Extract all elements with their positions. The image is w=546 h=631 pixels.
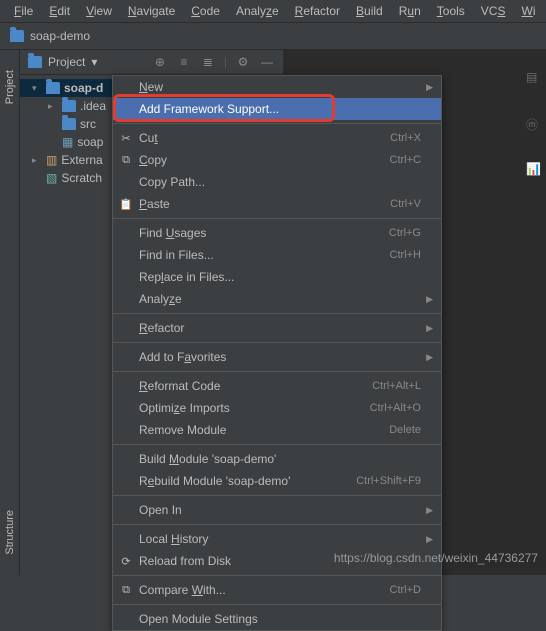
module-icon: ▦	[62, 135, 73, 149]
menu-open-module-settings[interactable]: Open Module Settings	[113, 608, 441, 630]
separator	[113, 313, 441, 314]
separator	[113, 495, 441, 496]
menu-vcs[interactable]: VCS	[473, 2, 514, 20]
separator	[113, 218, 441, 219]
panel-header: Project ▾ ⊕ ≡ ≣ | ⚙ —	[20, 50, 283, 75]
chevron-right-icon: ▶	[426, 294, 433, 305]
scissors-icon: ✂	[119, 131, 133, 145]
menu-open-in[interactable]: Open In▶	[113, 499, 441, 521]
menubar: File Edit View Navigate Code Analyze Ref…	[0, 0, 546, 23]
library-icon: ▥	[46, 153, 57, 167]
menu-code[interactable]: Code	[183, 2, 228, 20]
hide-icon[interactable]: —	[259, 54, 275, 70]
menu-analyze[interactable]: Analyze	[228, 2, 287, 20]
menu-tools[interactable]: Tools	[429, 2, 473, 20]
menu-refactor[interactable]: Refactor▶	[113, 317, 441, 339]
menu-window[interactable]: Wi	[513, 2, 543, 20]
menu-new[interactable]: New▶	[113, 76, 441, 98]
separator	[113, 342, 441, 343]
chevron-right-icon: ▶	[426, 534, 433, 545]
menu-replace-in-files[interactable]: Replace in Files...	[113, 266, 441, 288]
expand-all-icon[interactable]: ≡	[176, 54, 192, 70]
copy-icon: ⧉	[119, 153, 133, 167]
chart-icon[interactable]: 📊	[526, 162, 542, 178]
paste-icon: 📋	[119, 197, 133, 211]
separator	[113, 123, 441, 124]
menu-add-framework[interactable]: Add Framework Support...	[113, 98, 441, 120]
chevron-right-icon: ▶	[426, 352, 433, 363]
menu-run[interactable]: Run	[391, 2, 429, 20]
folder-icon	[46, 82, 60, 94]
menu-view[interactable]: View	[78, 2, 120, 20]
menu-paste[interactable]: 📋PasteCtrl+V	[113, 193, 441, 215]
chevron-right-icon: ▶	[426, 505, 433, 516]
panel-dropdown[interactable]: ▾	[91, 55, 97, 69]
folder-icon	[62, 100, 76, 112]
menu-local-history[interactable]: Local History▶	[113, 528, 441, 550]
menu-edit[interactable]: Edit	[41, 2, 78, 20]
panel-title[interactable]: Project	[48, 55, 85, 69]
database-icon[interactable]: ▤	[526, 70, 542, 86]
menu-reformat[interactable]: Reformat CodeCtrl+Alt+L	[113, 375, 441, 397]
menu-cut[interactable]: ✂CutCtrl+X	[113, 127, 441, 149]
compare-icon: ⧉	[119, 583, 133, 597]
menu-build-module[interactable]: Build Module 'soap-demo'	[113, 448, 441, 470]
menu-build[interactable]: Build	[348, 2, 391, 20]
menu-find-in-files[interactable]: Find in Files...Ctrl+H	[113, 244, 441, 266]
separator	[113, 524, 441, 525]
menu-copy[interactable]: ⧉CopyCtrl+C	[113, 149, 441, 171]
separator	[113, 575, 441, 576]
menu-optimize[interactable]: Optimize ImportsCtrl+Alt+O	[113, 397, 441, 419]
maven-icon[interactable]: ⓜ	[526, 116, 542, 132]
menu-refactor[interactable]: Refactor	[287, 2, 348, 20]
reload-icon: ⟳	[119, 554, 133, 568]
scratch-icon: ▧	[46, 171, 57, 185]
menu-compare[interactable]: ⧉Compare With...Ctrl+D	[113, 579, 441, 601]
separator	[113, 444, 441, 445]
chevron-right-icon: ▶	[426, 323, 433, 334]
breadcrumb: soap-demo	[0, 23, 546, 50]
menu-copy-path[interactable]: Copy Path...	[113, 171, 441, 193]
breadcrumb-project[interactable]: soap-demo	[30, 29, 90, 43]
chevron-right-icon: ▶	[426, 82, 433, 93]
menu-navigate[interactable]: Navigate	[120, 2, 183, 20]
folder-icon	[10, 30, 24, 42]
menu-rebuild-module[interactable]: Rebuild Module 'soap-demo'Ctrl+Shift+F9	[113, 470, 441, 492]
locate-icon[interactable]: ⊕	[152, 54, 168, 70]
sidebar-project-tab[interactable]: Project	[4, 70, 16, 104]
menu-add-favorites[interactable]: Add to Favorites▶	[113, 346, 441, 368]
folder-icon	[62, 118, 76, 130]
watermark: https://blog.csdn.net/weixin_44736277	[334, 551, 538, 565]
gear-icon[interactable]: ⚙	[235, 54, 251, 70]
sidebar-structure-tab[interactable]: Structure	[4, 510, 16, 555]
context-menu: New▶ Add Framework Support... ✂CutCtrl+X…	[112, 75, 442, 631]
menu-file[interactable]: File	[6, 2, 41, 20]
separator	[113, 604, 441, 605]
menu-remove-module[interactable]: Remove ModuleDelete	[113, 419, 441, 441]
collapse-all-icon[interactable]: ≣	[200, 54, 216, 70]
menu-analyze[interactable]: Analyze▶	[113, 288, 441, 310]
separator	[113, 371, 441, 372]
folder-icon	[28, 56, 42, 68]
tool-sidebar: Project Structure	[0, 50, 20, 575]
menu-find-usages[interactable]: Find UsagesCtrl+G	[113, 222, 441, 244]
